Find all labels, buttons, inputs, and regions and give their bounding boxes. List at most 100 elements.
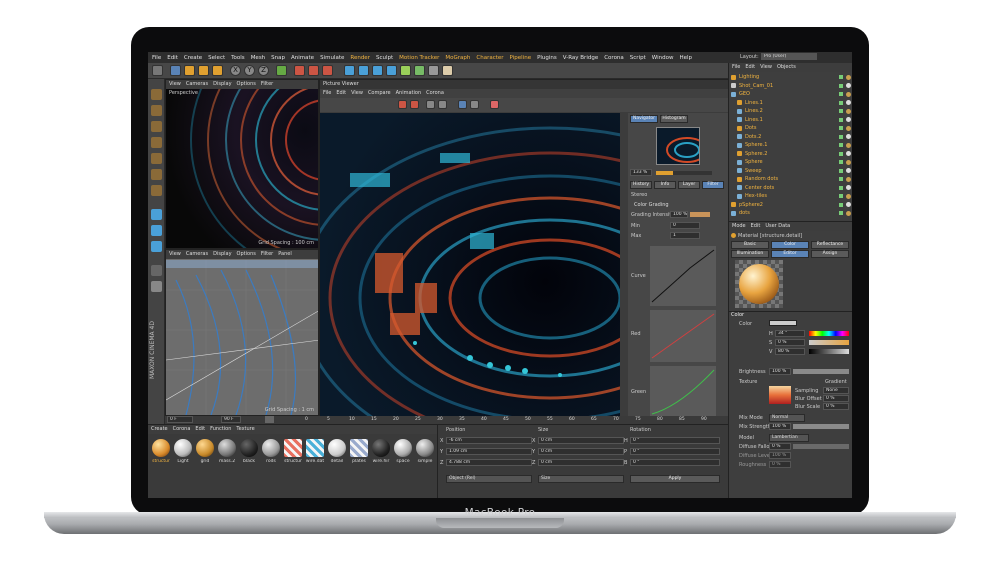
blur-scale-field[interactable]: 0 % bbox=[823, 403, 849, 410]
obj-menu-edit[interactable]: Edit bbox=[745, 64, 755, 71]
menu-item-window[interactable]: Window bbox=[652, 55, 674, 61]
material-swatch[interactable] bbox=[328, 439, 346, 457]
axis-x-button[interactable]: X bbox=[230, 65, 241, 76]
deformer-icon[interactable] bbox=[400, 65, 411, 76]
menu-item-snap[interactable]: Snap bbox=[271, 55, 285, 61]
timeline[interactable]: 0 F 90 F 0 5 10 15 20 25 30 35 40 45 50 55 60 65 70 75 8… bbox=[165, 416, 728, 424]
vp-top-menu-display[interactable]: Display bbox=[213, 81, 231, 88]
object-row[interactable]: Hex-tiles bbox=[731, 192, 851, 200]
vp-top-menu-filter[interactable]: Filter bbox=[261, 81, 273, 88]
pv-menu-animation[interactable]: Animation bbox=[396, 90, 422, 97]
menu-item-v-ray-bridge[interactable]: V-Ray Bridge bbox=[563, 55, 598, 61]
vp-bottom-menu-panel[interactable]: Panel bbox=[278, 251, 292, 258]
diffuse-falloff-field[interactable]: 0 % bbox=[769, 443, 791, 450]
grading-intensity-field[interactable]: 100 % bbox=[670, 211, 688, 218]
curve-graph-red[interactable] bbox=[650, 310, 716, 362]
menu-item-select[interactable]: Select bbox=[208, 55, 225, 61]
obj-menu-file[interactable]: File bbox=[732, 64, 740, 71]
pv-menu-edit[interactable]: Edit bbox=[336, 90, 346, 97]
material-swatch[interactable] bbox=[372, 439, 390, 457]
save-image-icon[interactable] bbox=[426, 100, 435, 109]
mix-strength-slider[interactable] bbox=[793, 424, 849, 429]
menu-item-motion-tracker[interactable]: Motion Tracker bbox=[399, 55, 439, 61]
coord-rotation-field[interactable]: 0 ° bbox=[630, 437, 720, 444]
hsv-slider[interactable] bbox=[809, 349, 849, 354]
attr-menu-mode[interactable]: Mode bbox=[732, 223, 746, 230]
mat-menu-texture[interactable]: Texture bbox=[236, 426, 254, 433]
attr-tab-reflectance[interactable]: Reflectance bbox=[811, 241, 849, 249]
layout-dropdown[interactable]: Pro (User) bbox=[761, 53, 817, 60]
roughness-field[interactable]: 0 % bbox=[769, 461, 791, 468]
sampling-field[interactable]: None bbox=[823, 387, 849, 394]
render-icon[interactable] bbox=[398, 100, 407, 109]
subtab-info[interactable]: Info bbox=[654, 181, 676, 189]
menu-item-file[interactable]: File bbox=[152, 55, 161, 61]
subtab-filter[interactable]: Filter bbox=[702, 181, 724, 189]
vp-bottom-menu-cameras[interactable]: Cameras bbox=[186, 251, 208, 258]
fit-view-icon[interactable] bbox=[458, 100, 467, 109]
menu-item-animate[interactable]: Animate bbox=[291, 55, 314, 61]
apply-button[interactable]: Apply bbox=[630, 475, 720, 483]
points-mode-icon[interactable] bbox=[151, 153, 162, 164]
object-row[interactable]: pSphere2 bbox=[731, 201, 851, 209]
hsv-slider[interactable] bbox=[809, 331, 849, 336]
obj-menu-view[interactable]: View bbox=[760, 64, 772, 71]
mat-menu-function[interactable]: Function bbox=[210, 426, 231, 433]
menu-item-help[interactable]: Help bbox=[679, 55, 692, 61]
light-icon[interactable] bbox=[442, 65, 453, 76]
object-row[interactable]: GEO bbox=[731, 90, 851, 98]
object-row[interactable]: Dots bbox=[731, 124, 851, 132]
hsv-slider[interactable] bbox=[809, 340, 849, 345]
stop-render-icon[interactable] bbox=[490, 100, 499, 109]
object-row[interactable]: Lines.1 bbox=[731, 116, 851, 124]
mat-menu-corona[interactable]: Corona bbox=[173, 426, 191, 433]
axis-z-button[interactable]: Z bbox=[258, 65, 269, 76]
menu-item-character[interactable]: Character bbox=[476, 55, 503, 61]
make-editable-icon[interactable] bbox=[151, 89, 162, 100]
subdivision-icon[interactable] bbox=[372, 65, 383, 76]
navigator-zoom-field[interactable]: 133 % bbox=[630, 169, 652, 176]
curve-graph-master[interactable] bbox=[650, 246, 716, 306]
object-row[interactable]: Sweep bbox=[731, 167, 851, 175]
menu-item-script[interactable]: Script bbox=[630, 55, 646, 61]
coord-size-field[interactable]: 0 cm bbox=[538, 459, 624, 466]
object-row[interactable]: Sphere bbox=[731, 158, 851, 166]
brightness-field[interactable]: 100 % bbox=[769, 368, 791, 375]
object-row[interactable]: Lines.1 bbox=[731, 99, 851, 107]
material-swatch[interactable] bbox=[152, 439, 170, 457]
blur-offset-field[interactable]: 0 % bbox=[823, 395, 849, 402]
pv-menu-corona[interactable]: Corona bbox=[426, 90, 444, 97]
camera-icon[interactable] bbox=[428, 65, 439, 76]
menu-item-render[interactable]: Render bbox=[350, 55, 370, 61]
attr-tab-color[interactable]: Color bbox=[771, 241, 809, 249]
export-icon[interactable] bbox=[438, 100, 447, 109]
material-swatch[interactable] bbox=[306, 439, 324, 457]
coord-size-field[interactable]: 0 cm bbox=[538, 448, 624, 455]
grading-intensity-slider[interactable] bbox=[690, 212, 710, 217]
render-settings-icon[interactable] bbox=[322, 65, 333, 76]
mat-menu-edit[interactable]: Edit bbox=[195, 426, 205, 433]
coordinate-system-icon[interactable] bbox=[276, 65, 287, 76]
scale-tool-icon[interactable] bbox=[184, 65, 195, 76]
material-swatch[interactable] bbox=[174, 439, 192, 457]
coord-size-field[interactable]: 0 cm bbox=[538, 437, 624, 444]
material-swatch[interactable] bbox=[394, 439, 412, 457]
edges-mode-icon[interactable] bbox=[151, 169, 162, 180]
min-field[interactable]: 0 bbox=[670, 222, 700, 229]
viewport-top[interactable]: View Cameras Display Options Filter Panel Gri… bbox=[165, 249, 319, 416]
coord-rotation-field[interactable]: 0 ° bbox=[630, 448, 720, 455]
pv-menu-file[interactable]: File bbox=[323, 90, 331, 97]
vp-top-menu-options[interactable]: Options bbox=[237, 81, 256, 88]
render-region-icon[interactable] bbox=[410, 100, 419, 109]
vp-bottom-menu-view[interactable]: View bbox=[169, 251, 181, 258]
sculpt-icon[interactable] bbox=[151, 281, 162, 292]
coords-size-dropdown[interactable]: Size bbox=[538, 475, 624, 483]
mix-mode-dropdown[interactable]: Normal bbox=[769, 414, 805, 422]
object-row[interactable]: dots bbox=[731, 209, 851, 217]
color-swatch[interactable] bbox=[769, 320, 797, 326]
menu-item-plugins[interactable]: Plugins bbox=[537, 55, 557, 61]
obj-menu-objects[interactable]: Objects bbox=[777, 64, 796, 71]
attr-menu-edit[interactable]: Edit bbox=[751, 223, 761, 230]
array-icon[interactable] bbox=[386, 65, 397, 76]
model-dropdown[interactable]: Lambertian bbox=[769, 434, 809, 442]
